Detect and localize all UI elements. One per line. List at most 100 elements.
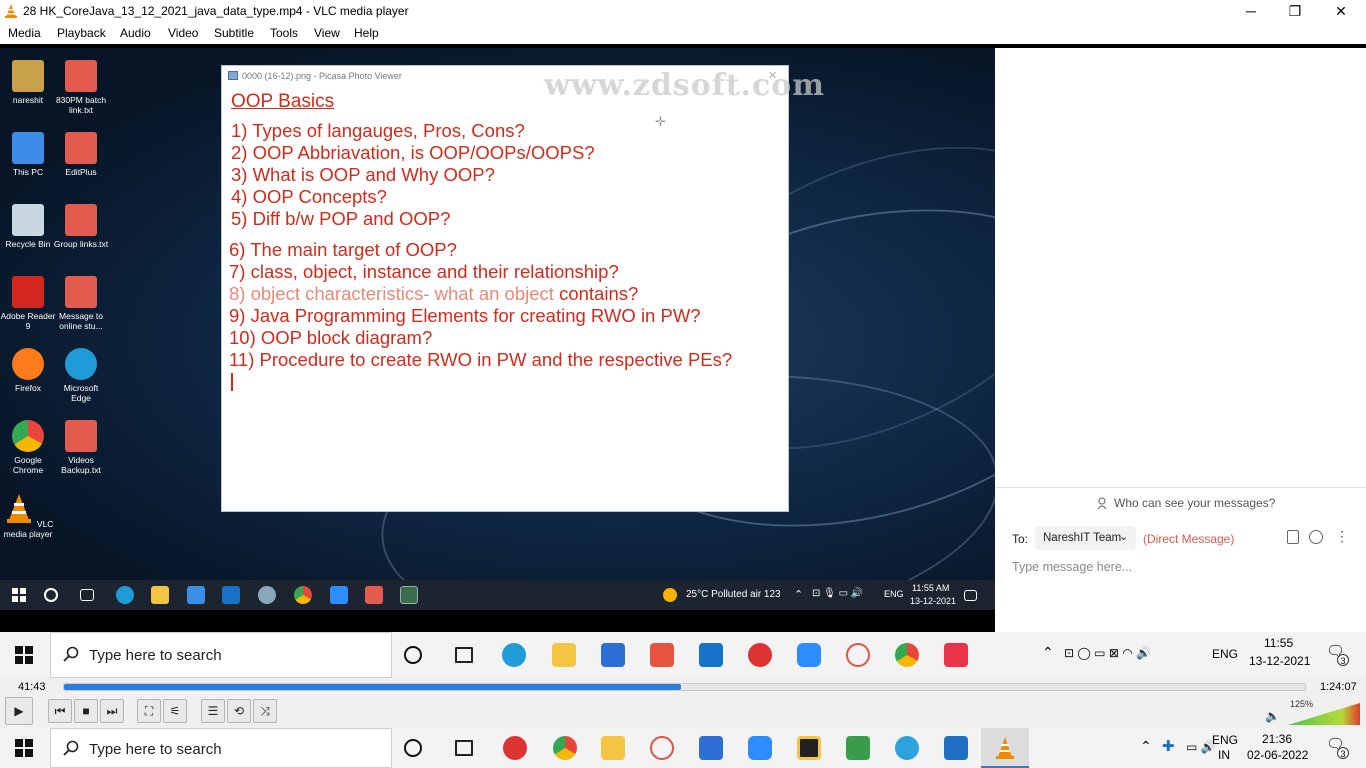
chat-divider — [995, 487, 1366, 488]
note-line: 1) Types of langauges, Pros, Cons? — [231, 120, 525, 141]
to-label: To: — [1012, 532, 1029, 546]
menu-video[interactable]: Video — [168, 26, 198, 40]
direct-message-label: (Direct Message) — [1143, 532, 1235, 546]
store-icon[interactable] — [699, 736, 723, 760]
vlc-cone-icon — [996, 737, 1014, 759]
tray-chevron-icon[interactable]: ⌃ — [1140, 739, 1152, 754]
recorded-lang: ENG — [1212, 647, 1239, 661]
editplus-icon — [65, 132, 97, 164]
record-icon[interactable] — [503, 736, 527, 760]
menu-playback[interactable]: Playback — [57, 26, 106, 40]
plus-icon[interactable]: ✚ — [1162, 739, 1175, 754]
desktop-icon-this-pc[interactable]: This PC — [0, 132, 56, 177]
region[interactable]: IN — [1218, 748, 1230, 763]
previous-button[interactable]: ⏮ — [48, 699, 72, 723]
desktop-icon-firefox[interactable]: Firefox — [0, 348, 56, 393]
desktop-icon-recycle-bin[interactable]: Recycle Bin — [0, 204, 56, 249]
picasa-close-button[interactable]: ✕ — [768, 69, 777, 82]
close-button[interactable]: ✕ — [1318, 0, 1364, 22]
chevron-down-icon: ⌄ — [1119, 531, 1129, 543]
desktop-icon-videos-backup[interactable]: Videos Backup.txt — [53, 420, 109, 475]
task-view-icon[interactable] — [455, 740, 473, 756]
desktop-icon-vlc[interactable]: VLC media player — [0, 492, 56, 539]
recipient-dropdown[interactable]: NareshIT Team ⌄ — [1035, 526, 1136, 550]
gift-icon — [650, 643, 674, 667]
cortana-icon[interactable] — [404, 739, 422, 757]
menu-media[interactable]: Media — [8, 26, 41, 40]
menu-help[interactable]: Help — [354, 26, 379, 40]
video-area[interactable]: nareshit 830PM batch link.txt This PC Ed… — [0, 44, 1366, 678]
emoji-icon[interactable] — [1309, 530, 1323, 544]
windows-start-icon — [12, 588, 26, 602]
tray-chevron-icon[interactable]: ⌃ — [1042, 645, 1054, 660]
lang[interactable]: ENG — [1212, 733, 1238, 748]
menu-tools[interactable]: Tools — [270, 26, 298, 40]
cortana-icon — [404, 646, 422, 664]
desktop-icon-message[interactable]: Message to online stu... — [53, 276, 109, 331]
shuffle-button[interactable]: ⤨ — [253, 699, 277, 723]
note-line: 3) What is OOP and Why OOP? — [231, 164, 495, 185]
vlc-taskbar-item[interactable] — [981, 728, 1029, 768]
volume-slider[interactable]: 125% — [1288, 699, 1360, 725]
editplus-file-icon — [65, 204, 97, 236]
editor-icon[interactable] — [846, 736, 870, 760]
desktop-icon-group-links[interactable]: Group links.txt — [53, 204, 109, 249]
stop-button[interactable]: ■ — [74, 699, 98, 723]
more-icon[interactable]: ⋮ — [1335, 528, 1349, 545]
notes-heading: OOP Basics — [231, 91, 335, 112]
edge-icon — [65, 348, 97, 380]
playlist-button[interactable]: ☰ — [201, 699, 225, 723]
snipping-icon — [258, 586, 276, 604]
recorded-inner-taskbar: 25°C Polluted air 123 ⌃ ⊡ 🎙 ▭ 🔊 ENG 11:5… — [0, 580, 995, 610]
vlc-controls: 41:43 1:24:07 ▶ ⏮ ■ ⏭ ⛶ ⚟ ☰ ⟲ ⤨ 🔈 125% — [0, 678, 1366, 728]
loop-button[interactable]: ⟲ — [227, 699, 251, 723]
sticky-notes-icon[interactable] — [797, 736, 821, 760]
recycle-bin-icon — [12, 204, 44, 236]
picasa-photo-icon — [400, 586, 418, 604]
desktop-icon-edge[interactable]: Microsoft Edge — [53, 348, 109, 403]
store-icon — [187, 586, 205, 604]
zoom-icon — [330, 586, 348, 604]
seek-bar[interactable] — [63, 683, 1306, 691]
photos-icon[interactable] — [944, 736, 968, 760]
desktop-icon-adobe-reader[interactable]: Adobe Reader 9 — [0, 276, 56, 331]
fullscreen-button[interactable]: ⛶ — [137, 699, 161, 723]
search-icon — [63, 740, 79, 756]
desktop-icon-nareshit[interactable]: nareshit — [0, 60, 56, 105]
who-can-see-link[interactable]: Who can see your messages? — [1114, 496, 1275, 510]
menu-view[interactable]: View — [314, 26, 340, 40]
desktop-icon-editplus[interactable]: EditPlus — [53, 132, 109, 177]
play-button[interactable]: ▶ — [5, 697, 33, 725]
recipient-value: NareshIT Team — [1043, 532, 1122, 544]
chat-message-input[interactable]: Type message here... — [1012, 560, 1132, 574]
file-explorer-icon[interactable] — [601, 736, 625, 760]
windows-start-icon[interactable] — [15, 739, 33, 757]
clock-time[interactable]: 21:36 — [1262, 732, 1292, 747]
zoom-icon[interactable] — [748, 736, 772, 760]
computer-icon — [12, 132, 44, 164]
vlc-cone-icon — [5, 4, 17, 18]
file-icon[interactable] — [1287, 530, 1299, 544]
editplus-file-icon — [65, 420, 97, 452]
note-line-8: 8) object characteristics- what an objec… — [229, 283, 638, 305]
edge-icon — [502, 643, 526, 667]
extended-settings-button[interactable]: ⚟ — [163, 699, 187, 723]
chrome-icon[interactable] — [553, 736, 577, 760]
menu-audio[interactable]: Audio — [120, 26, 151, 40]
notification-count: 3 — [1337, 747, 1349, 759]
snip-sketch-icon[interactable] — [650, 736, 674, 760]
next-button[interactable]: ⏭ — [100, 699, 124, 723]
menu-subtitle[interactable]: Subtitle — [214, 26, 254, 40]
telegram-icon[interactable] — [895, 736, 919, 760]
recorded-date: 13-12-2021 — [1249, 654, 1311, 668]
desktop-icon-chrome[interactable]: Google Chrome — [0, 420, 56, 475]
desktop-icon-830pm-batch[interactable]: 830PM batch link.txt — [53, 60, 109, 115]
task-view-icon — [455, 647, 473, 663]
taskbar-search-box[interactable]: Type here to search — [50, 728, 392, 768]
note-line: 4) OOP Concepts? — [231, 186, 387, 207]
maximize-button[interactable]: ❐ — [1272, 0, 1318, 22]
minimize-button[interactable]: ─ — [1228, 0, 1274, 22]
recorded-taskbar: Type here to search ⌃ ⊡ ◯ ▭ ⊠ ◠ 🔊 ENG 11… — [0, 632, 1366, 678]
speaker-icon[interactable]: 🔈 — [1265, 709, 1280, 723]
clock-date[interactable]: 02-06-2022 — [1247, 748, 1308, 763]
